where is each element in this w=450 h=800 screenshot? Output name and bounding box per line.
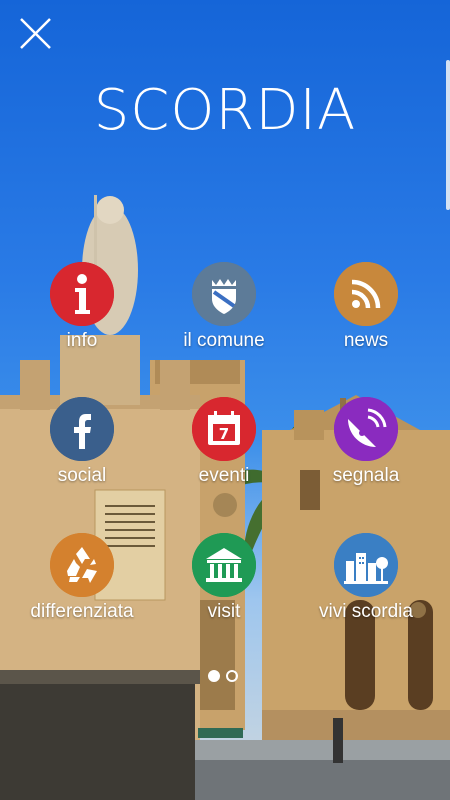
menu-item-label: social: [57, 465, 107, 486]
menu-item-label: info: [66, 330, 98, 351]
recycle-icon: [50, 533, 114, 597]
page-dot-1[interactable]: [208, 670, 220, 682]
museum-icon: [192, 533, 256, 597]
close-icon: [20, 18, 51, 49]
app-screen: SCORDIA info il comune news social 7 eve…: [0, 0, 450, 800]
menu-item-label: news: [343, 330, 389, 351]
info-icon: [50, 262, 114, 326]
page-indicator: [208, 670, 238, 682]
menu-item-label: visit: [207, 601, 241, 622]
facebook-icon: [50, 397, 114, 461]
menu-item-info[interactable]: info: [7, 262, 157, 352]
rss-icon: [334, 262, 398, 326]
menu-item-label: eventi: [198, 465, 250, 486]
satellite-icon: [334, 397, 398, 461]
page-dot-2[interactable]: [226, 670, 238, 682]
bench: [198, 728, 243, 738]
menu-item-visit[interactable]: visit: [149, 533, 299, 623]
calendar-icon: 7: [192, 397, 256, 461]
calendar-day: 7: [219, 425, 229, 443]
town-crest-icon: [192, 262, 256, 326]
drawer-edge-handle[interactable]: [446, 60, 450, 210]
menu-item-label: differenziata: [30, 601, 134, 622]
menu-item-label: vivi scordia: [319, 601, 413, 622]
menu-item-news[interactable]: news: [291, 262, 441, 352]
city-icon: [334, 533, 398, 597]
menu-item-segnala[interactable]: segnala: [291, 397, 441, 487]
menu-item-comune[interactable]: il comune: [149, 262, 299, 352]
menu-item-label: segnala: [332, 465, 400, 486]
menu-item-eventi[interactable]: 7 eventi: [149, 397, 299, 487]
close-button[interactable]: [16, 14, 56, 54]
trash-bin: [333, 718, 343, 763]
menu-item-label: il comune: [183, 330, 265, 351]
menu-item-differenziata[interactable]: differenziata: [7, 533, 157, 623]
menu-item-vivi-scordia[interactable]: vivi scordia: [291, 533, 441, 623]
page-title: SCORDIA: [93, 78, 357, 143]
menu-item-social[interactable]: social: [7, 397, 157, 487]
